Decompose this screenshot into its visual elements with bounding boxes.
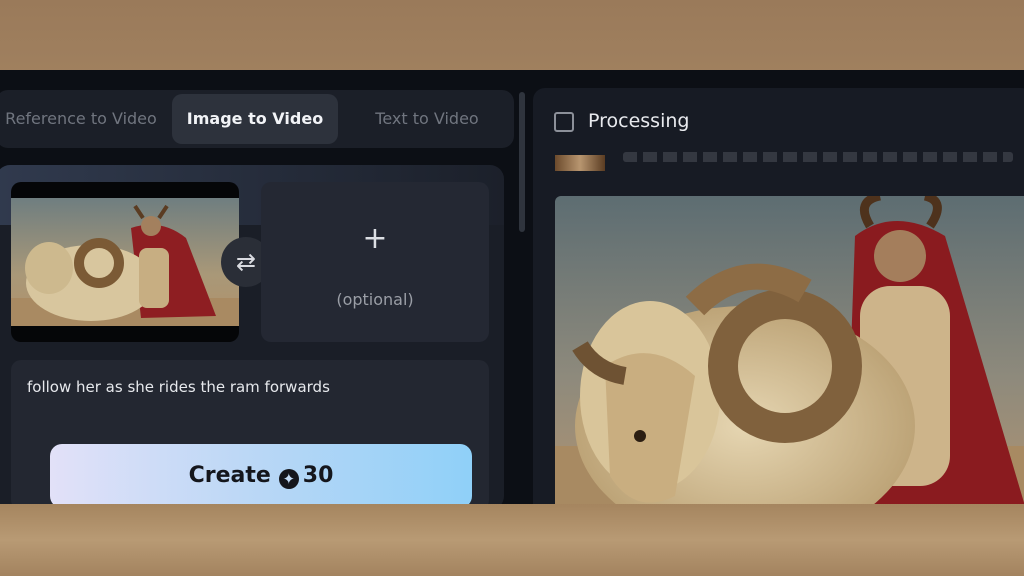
video-frame-border-bottom xyxy=(0,504,1024,576)
tab-image-to-video[interactable]: Image to Video xyxy=(172,94,338,144)
output-panel: Processing xyxy=(533,88,1024,504)
create-cost: 30 xyxy=(302,463,334,488)
optional-image-upload[interactable]: + (optional) xyxy=(261,182,489,342)
ram-rider-preview-image xyxy=(555,196,1024,504)
processing-checkbox[interactable] xyxy=(554,112,574,132)
mode-tabs: Reference to Video Image to Video Text t… xyxy=(0,90,514,148)
source-image-thumbnail[interactable] xyxy=(11,182,239,342)
plus-icon: + xyxy=(362,221,388,256)
video-preview[interactable] xyxy=(555,196,1024,504)
history-caption-faded xyxy=(623,152,1013,162)
history-thumbnail[interactable] xyxy=(555,155,605,171)
tab-reference-to-video[interactable]: Reference to Video xyxy=(0,94,166,144)
app-window: Reference to Video Image to Video Text t… xyxy=(0,70,1024,504)
panel-scrollbar[interactable] xyxy=(519,92,525,232)
create-button[interactable]: Create ✦ 30 xyxy=(50,444,472,504)
credit-coin-icon: ✦ xyxy=(278,469,299,489)
create-label: Create xyxy=(188,463,271,488)
processing-label: Processing xyxy=(588,110,690,132)
ram-rider-image xyxy=(11,198,239,326)
optional-label: (optional) xyxy=(336,290,414,309)
tab-text-to-video[interactable]: Text to Video xyxy=(344,94,510,144)
